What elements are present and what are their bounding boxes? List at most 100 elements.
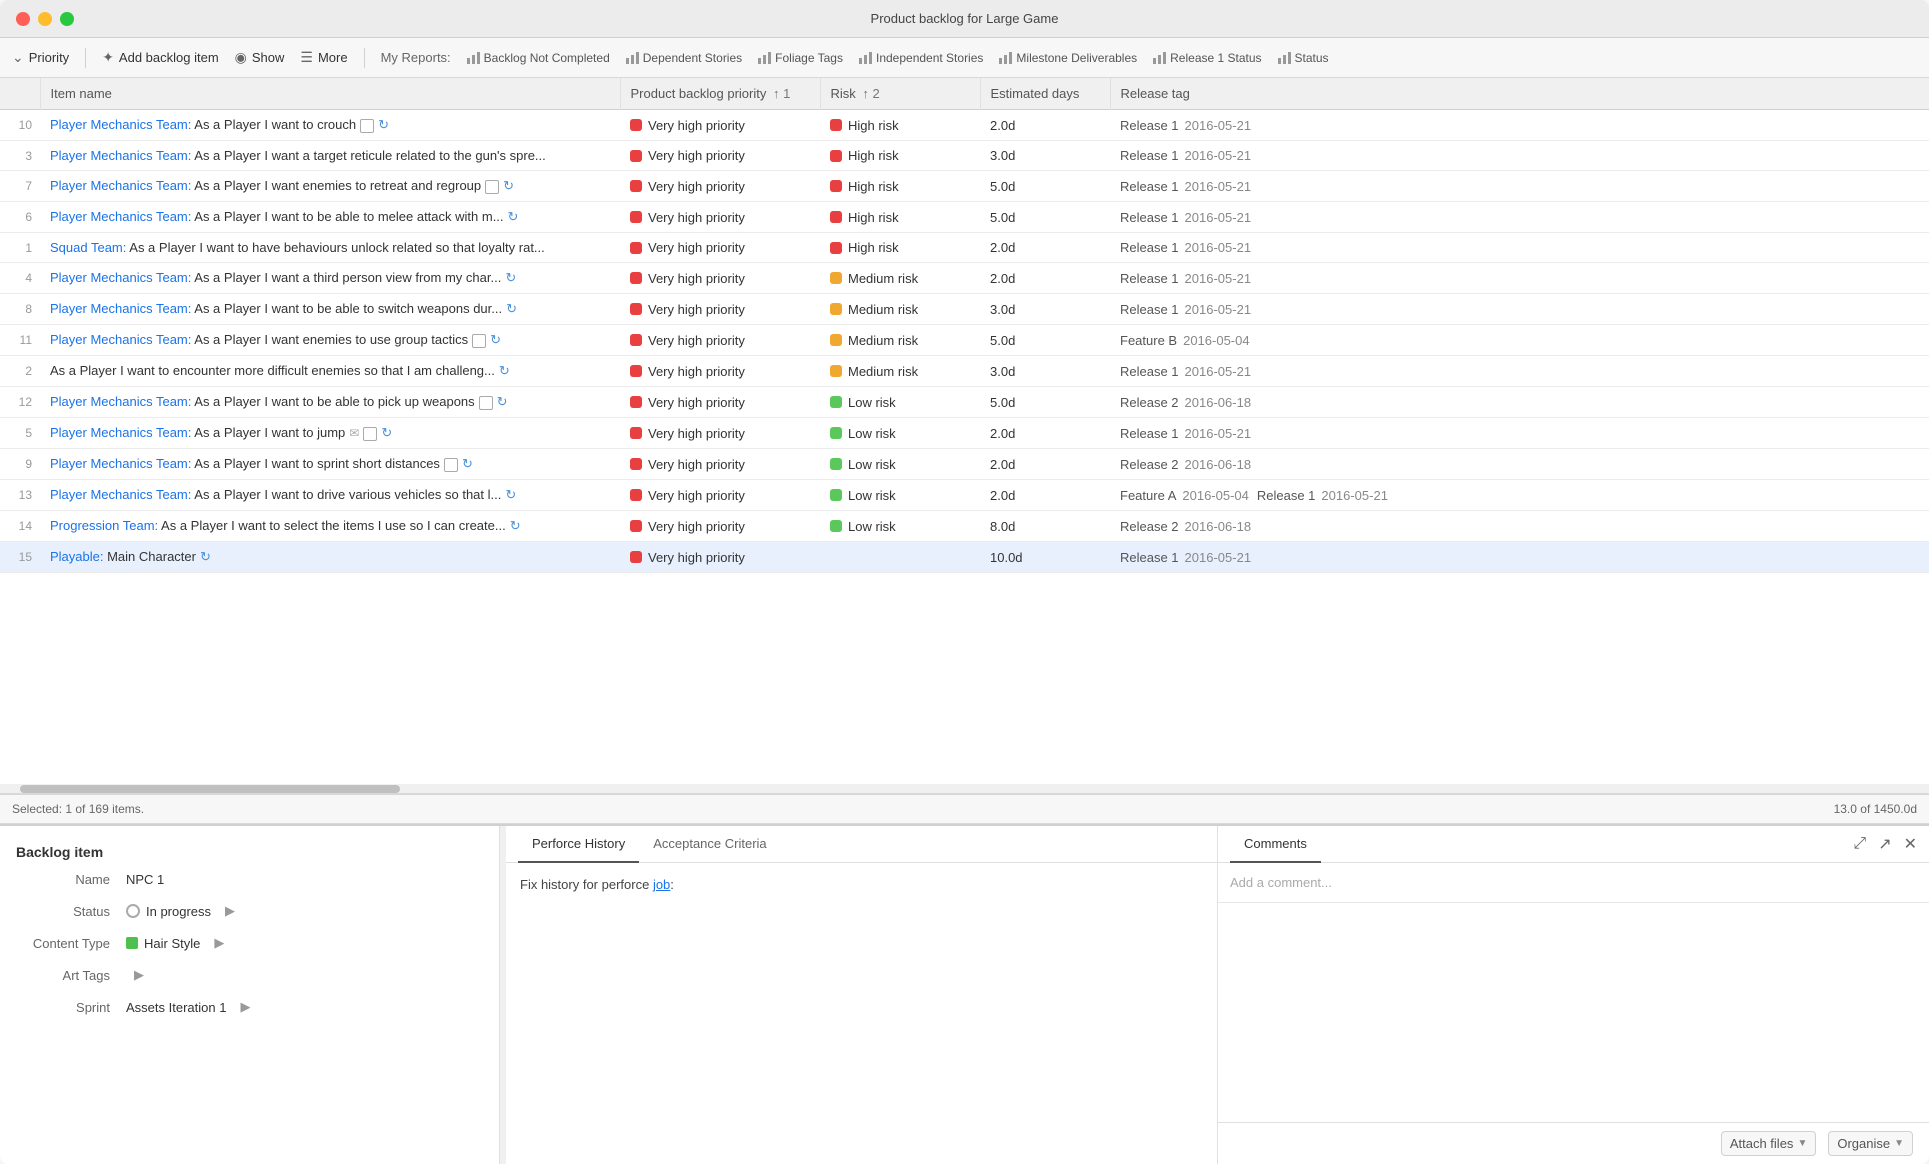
refresh-icon[interactable]: ↻: [497, 394, 508, 409]
team-link[interactable]: Player Mechanics Team:: [50, 148, 191, 163]
tab-content-perforce: Fix history for perforce job:: [506, 863, 1217, 1164]
refresh-icon[interactable]: ↻: [381, 425, 392, 440]
sprint-text: Assets Iteration 1: [126, 1000, 226, 1015]
checkbox-icon[interactable]: [360, 119, 374, 133]
report-dependent-stories[interactable]: Dependent Stories: [626, 51, 742, 65]
checkbox-icon[interactable]: [472, 334, 486, 348]
priority-text: Very high priority: [648, 118, 745, 133]
table-row[interactable]: 7Player Mechanics Team: As a Player I wa…: [0, 171, 1929, 202]
checkbox-icon[interactable]: [363, 427, 377, 441]
refresh-icon[interactable]: ↻: [499, 363, 510, 378]
team-link[interactable]: Progression Team:: [50, 518, 158, 533]
table-row[interactable]: 11Player Mechanics Team: As a Player I w…: [0, 325, 1929, 356]
perforce-link[interactable]: job: [653, 877, 670, 892]
report-backlog-not-completed[interactable]: Backlog Not Completed: [467, 51, 610, 65]
table-row[interactable]: 6Player Mechanics Team: As a Player I wa…: [0, 202, 1929, 233]
refresh-icon[interactable]: ↻: [503, 178, 514, 193]
priority-filter[interactable]: ⌄ Priority: [12, 49, 69, 66]
expand-panel-icon[interactable]: ⤢: [1853, 835, 1866, 853]
refresh-icon[interactable]: ↻: [462, 456, 473, 471]
team-link[interactable]: Player Mechanics Team:: [50, 487, 191, 502]
refresh-icon[interactable]: ↻: [200, 549, 211, 564]
row-risk: Medium risk: [820, 294, 980, 325]
checkbox-icon[interactable]: [485, 180, 499, 194]
refresh-icon[interactable]: ↻: [505, 270, 516, 285]
table-row[interactable]: 4Player Mechanics Team: As a Player I wa…: [0, 263, 1929, 294]
release-tag-label: Release 1: [1120, 210, 1179, 225]
table-row[interactable]: 2As a Player I want to encounter more di…: [0, 356, 1929, 387]
team-link[interactable]: Playable:: [50, 549, 103, 564]
sprint-expand-arrow[interactable]: ▶: [240, 999, 250, 1015]
priority-dot: [630, 272, 642, 284]
refresh-icon[interactable]: ↻: [508, 209, 519, 224]
table-row[interactable]: 15Playable: Main Character↻Very high pri…: [0, 542, 1929, 573]
name-value: NPC 1: [126, 872, 164, 887]
table-row[interactable]: 13Player Mechanics Team: As a Player I w…: [0, 480, 1929, 511]
checkbox-icon[interactable]: [444, 458, 458, 472]
add-comment-placeholder[interactable]: Add a comment...: [1218, 863, 1929, 903]
table-row[interactable]: 1Squad Team: As a Player I want to have …: [0, 233, 1929, 263]
table-row[interactable]: 9Player Mechanics Team: As a Player I wa…: [0, 449, 1929, 480]
col-priority[interactable]: Product backlog priority ↑ 1: [620, 78, 820, 110]
maximize-button[interactable]: [60, 12, 74, 26]
tabs-panel: Perforce History Acceptance Criteria Fix…: [506, 826, 1218, 1164]
priority-dot: [630, 242, 642, 254]
refresh-icon[interactable]: ↻: [510, 518, 521, 533]
team-link[interactable]: Squad Team:: [50, 240, 126, 255]
checkbox-icon[interactable]: [479, 396, 493, 410]
table-row[interactable]: 8Player Mechanics Team: As a Player I wa…: [0, 294, 1929, 325]
content-type-expand-arrow[interactable]: ▶: [214, 935, 224, 951]
team-link[interactable]: Player Mechanics Team:: [50, 117, 191, 132]
release-tag-date: 2016-05-21: [1185, 364, 1252, 379]
risk-dot: [830, 180, 842, 192]
tab-comments[interactable]: Comments: [1230, 826, 1321, 863]
close-panel-icon[interactable]: ✕: [1904, 834, 1917, 854]
team-link[interactable]: Player Mechanics Team:: [50, 425, 191, 440]
row-risk: High risk: [820, 141, 980, 171]
table-row[interactable]: 12Player Mechanics Team: As a Player I w…: [0, 387, 1929, 418]
team-link[interactable]: Player Mechanics Team:: [50, 301, 191, 316]
report-independent-stories[interactable]: Independent Stories: [859, 51, 983, 65]
risk-dot: [830, 396, 842, 408]
report-foliage-tags[interactable]: Foliage Tags: [758, 51, 843, 65]
refresh-icon[interactable]: ↻: [506, 301, 517, 316]
scroll-thumb[interactable]: [20, 785, 400, 793]
team-link[interactable]: Player Mechanics Team:: [50, 270, 191, 285]
row-risk: [820, 542, 980, 573]
team-link[interactable]: Player Mechanics Team:: [50, 456, 191, 471]
table-row[interactable]: 3Player Mechanics Team: As a Player I wa…: [0, 141, 1929, 171]
more-button[interactable]: ☰ More: [300, 49, 347, 66]
content-type-label: Content Type: [16, 936, 126, 951]
attach-files-button[interactable]: Attach files ▼: [1721, 1131, 1817, 1156]
backlog-item-title: Backlog item: [16, 844, 103, 860]
row-risk: Low risk: [820, 480, 980, 511]
table-row[interactable]: 5Player Mechanics Team: As a Player I wa…: [0, 418, 1929, 449]
art-tags-expand-arrow[interactable]: ▶: [134, 967, 144, 983]
team-link[interactable]: Player Mechanics Team:: [50, 394, 191, 409]
minimize-button[interactable]: [38, 12, 52, 26]
external-link-icon[interactable]: ↗: [1878, 834, 1891, 854]
horizontal-scrollbar[interactable]: [0, 784, 1929, 794]
show-button[interactable]: ◉ Show: [235, 49, 285, 66]
tab-perforce-history[interactable]: Perforce History: [518, 826, 639, 863]
close-button[interactable]: [16, 12, 30, 26]
report-status[interactable]: Status: [1278, 51, 1329, 65]
organise-button[interactable]: Organise ▼: [1828, 1131, 1913, 1156]
team-link[interactable]: Player Mechanics Team:: [50, 178, 191, 193]
status-expand-arrow[interactable]: ▶: [225, 903, 235, 919]
refresh-icon[interactable]: ↻: [490, 332, 501, 347]
team-link[interactable]: Player Mechanics Team:: [50, 332, 191, 347]
window-title: Product backlog for Large Game: [871, 11, 1059, 26]
refresh-icon[interactable]: ↻: [378, 117, 389, 132]
add-backlog-button[interactable]: ✦ Add backlog item: [102, 49, 218, 66]
col-risk[interactable]: Risk ↑ 2: [820, 78, 980, 110]
report-milestone-deliverables[interactable]: Milestone Deliverables: [999, 51, 1137, 65]
tab-acceptance-criteria[interactable]: Acceptance Criteria: [639, 826, 780, 863]
report-release-1-status[interactable]: Release 1 Status: [1153, 51, 1261, 65]
show-label: Show: [252, 50, 285, 65]
refresh-icon[interactable]: ↻: [505, 487, 516, 502]
table-container[interactable]: Item name Product backlog priority ↑ 1 R…: [0, 78, 1929, 784]
table-row[interactable]: 14Progression Team: As a Player I want t…: [0, 511, 1929, 542]
team-link[interactable]: Player Mechanics Team:: [50, 209, 191, 224]
table-row[interactable]: 10Player Mechanics Team: As a Player I w…: [0, 110, 1929, 141]
